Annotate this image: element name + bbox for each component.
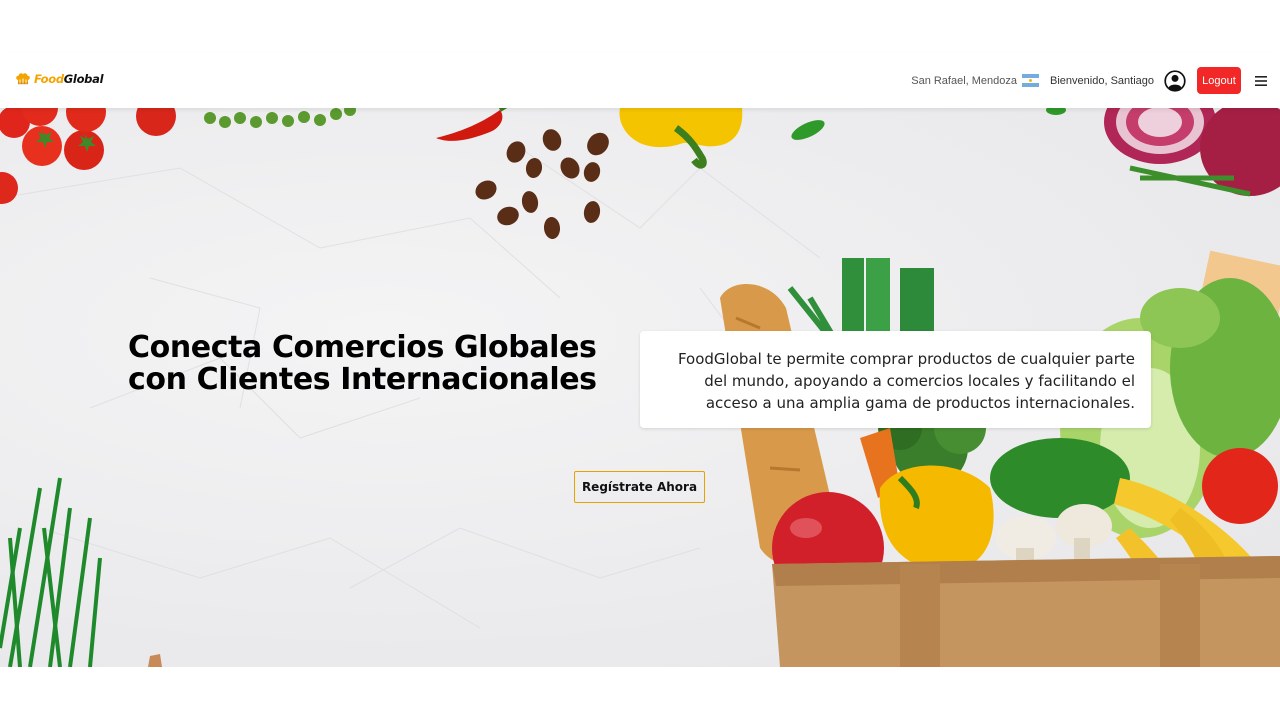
hero-banner: Conecta Comercios Globales con Clientes … [0, 108, 1280, 667]
chives-decoration [0, 477, 102, 667]
brand-name: FoodGlobal [34, 72, 104, 86]
top-navbar: FoodGlobal San Rafael, Mendoza Bienvenid… [0, 53, 1280, 108]
brand-name-food: Food [34, 72, 64, 86]
onion-decoration [1104, 108, 1280, 197]
hamburger-menu-icon[interactable] [1254, 75, 1268, 87]
brand-name-global: Global [63, 72, 104, 86]
tomatoes-decoration [0, 108, 176, 204]
grocery-bag-decoration [720, 250, 1280, 667]
page: FoodGlobal San Rafael, Mendoza Bienvenid… [0, 0, 1280, 720]
chef-hat-icon [16, 73, 30, 85]
register-now-button[interactable]: Regístrate Ahora [574, 471, 705, 503]
welcome-text: Bienvenido, Santiago [1050, 74, 1154, 87]
argentina-flag-icon [1022, 74, 1040, 87]
navbar-right-group: San Rafael, Mendoza Bienvenido, Santiago… [911, 67, 1268, 94]
user-circle-icon[interactable] [1164, 69, 1186, 92]
coffee-beans-decoration [475, 129, 609, 239]
peas-decoration [204, 108, 356, 128]
hero-description-card: FoodGlobal te permite comprar productos … [640, 331, 1151, 428]
location-text: San Rafael, Mendoza [911, 74, 1018, 87]
logout-button[interactable]: Logout [1197, 67, 1241, 94]
hero-title: Conecta Comercios Globales con Clientes … [128, 330, 597, 397]
brand-logo[interactable]: FoodGlobal [15, 71, 104, 87]
hero-description: FoodGlobal te permite comprar productos … [677, 350, 1135, 412]
